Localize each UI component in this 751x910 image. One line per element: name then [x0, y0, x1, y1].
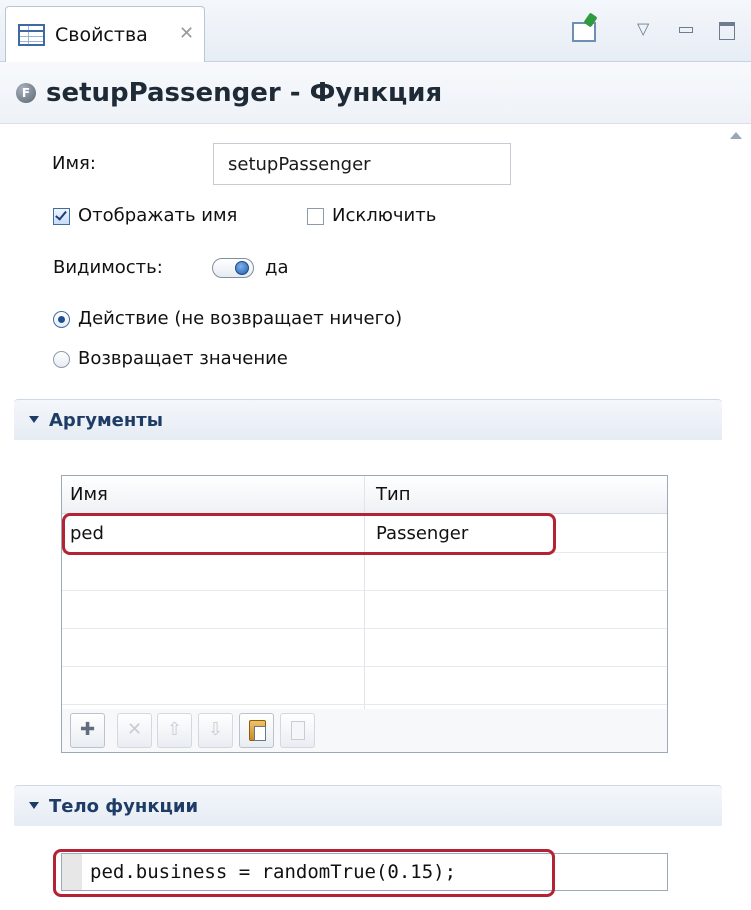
arguments-table[interactable]: Имя Тип ped Passenger	[61, 475, 668, 710]
column-header-name[interactable]: Имя	[70, 484, 108, 506]
arguments-section-title: Аргументы	[49, 410, 164, 431]
view-tab-strip: Свойства ✕ ▽	[0, 0, 751, 63]
copy-icon[interactable]	[280, 713, 315, 748]
show-name-label[interactable]: Отображать имя	[78, 205, 237, 227]
radio-returns-value-label[interactable]: Возвращает значение	[78, 348, 288, 370]
function-body-code[interactable]: ped.business = randomTrue(0.15);	[90, 861, 456, 883]
table-row-empty[interactable]	[62, 553, 667, 591]
pin-editor-icon[interactable]	[572, 22, 596, 42]
properties-title-bar: F setupPassenger - Функция	[0, 62, 751, 124]
maximize-icon[interactable]	[719, 22, 735, 40]
function-body-editor[interactable]: ped.business = randomTrue(0.15);	[61, 853, 668, 891]
column-header-type[interactable]: Тип	[376, 484, 410, 506]
chevron-down-icon	[29, 416, 39, 423]
name-field-value: setupPassenger	[228, 154, 371, 175]
cell-arg-name[interactable]: ped	[70, 523, 104, 545]
properties-tab[interactable]: Свойства ✕	[5, 6, 205, 63]
clipboard-icon	[249, 720, 266, 741]
properties-view: Свойства ✕ ▽ F setupPassenger - Функция …	[0, 0, 751, 910]
toggle-knob	[235, 261, 249, 275]
function-body-section-title: Тело функции	[49, 796, 199, 817]
chevron-down-icon	[29, 802, 39, 809]
radio-action[interactable]	[53, 311, 70, 328]
function-body-section-header[interactable]: Тело функции	[14, 785, 722, 826]
page-title: setupPassenger - Функция	[46, 78, 443, 108]
exclude-label[interactable]: Исключить	[332, 205, 436, 227]
show-name-checkbox[interactable]	[53, 208, 70, 225]
paste-icon[interactable]	[239, 713, 274, 748]
table-row-empty[interactable]	[62, 591, 667, 629]
arguments-section-header[interactable]: Аргументы	[14, 399, 722, 440]
cell-arg-type[interactable]: Passenger	[376, 523, 468, 545]
code-gutter	[62, 854, 82, 890]
close-tab-icon[interactable]: ✕	[179, 23, 194, 45]
add-icon[interactable]: ✚	[70, 713, 105, 748]
function-icon: F	[16, 83, 36, 103]
name-field[interactable]: setupPassenger	[213, 143, 511, 185]
view-menu-icon[interactable]: ▽	[637, 18, 649, 40]
table-row-empty[interactable]	[62, 629, 667, 667]
tab-label: Свойства	[55, 24, 148, 46]
visibility-label: Видимость:	[53, 257, 163, 278]
vertical-scrollbar[interactable]	[722, 124, 751, 910]
scroll-up-arrow-icon[interactable]	[730, 132, 742, 139]
delete-icon[interactable]: ✕	[117, 713, 152, 748]
visibility-toggle[interactable]	[212, 258, 254, 278]
arguments-toolbar: ✚ ✕ ⇧ ⇩	[61, 709, 668, 753]
move-up-icon[interactable]: ⇧	[157, 713, 192, 748]
table-row-empty[interactable]	[62, 667, 667, 705]
radio-returns-value[interactable]	[53, 351, 70, 368]
radio-selected-dot	[58, 316, 65, 323]
move-down-icon[interactable]: ⇩	[198, 713, 233, 748]
radio-action-label[interactable]: Действие (не возвращает ничего)	[78, 308, 402, 330]
exclude-checkbox[interactable]	[307, 208, 324, 225]
table-row[interactable]: ped Passenger	[62, 515, 667, 553]
document-copy-icon	[291, 721, 305, 740]
minimize-icon[interactable]	[679, 27, 693, 33]
properties-view-icon	[18, 24, 45, 46]
checkmark-icon	[55, 208, 67, 221]
name-label: Имя:	[52, 153, 96, 174]
visibility-value: да	[265, 257, 289, 278]
